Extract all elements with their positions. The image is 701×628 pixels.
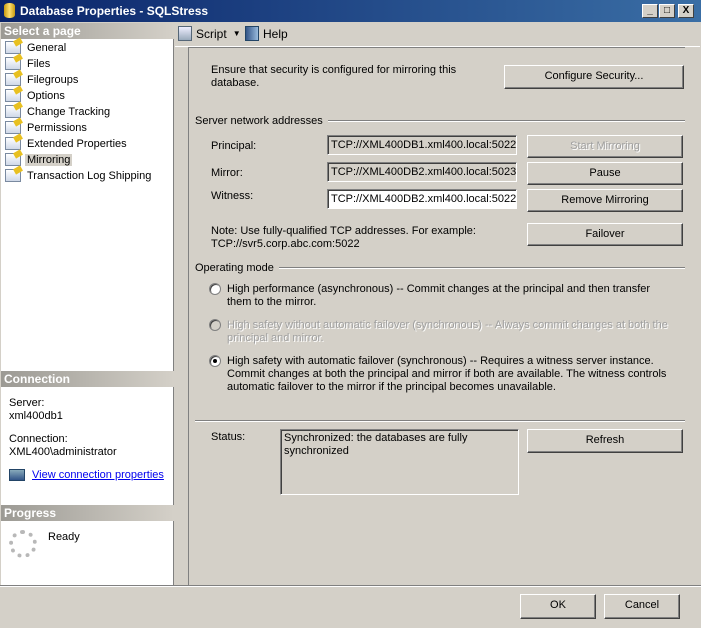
progress-status: Ready [48,531,80,543]
view-connection-properties-link[interactable]: View connection properties [32,469,164,482]
script-button[interactable]: Script ▼ [178,26,241,41]
page-icon [5,57,21,70]
help-label: Help [263,26,288,41]
sidebar-item-general[interactable]: General [5,40,68,55]
refresh-button[interactable]: Refresh [527,429,683,453]
pause-button[interactable]: Pause [527,162,683,185]
sidebar-item-mirroring[interactable]: Mirroring [5,152,73,167]
address-note: Note: Use fully-qualified TCP addresses.… [211,225,476,250]
connection-label: Connection: [9,433,68,445]
high-safety-no-failover-label[interactable]: High safety without automatic failover (… [227,319,677,345]
sidebar-item-label: Permissions [27,121,87,134]
page-icon [5,41,21,54]
sidebar-item-change-tracking[interactable]: Change Tracking [5,104,112,119]
maximize-button[interactable]: □ [659,4,675,18]
group-label: Operating mode [195,262,274,274]
help-icon [245,26,259,41]
divider [195,420,685,422]
server-addresses-group: Server network addresses [195,115,685,127]
page-icon [5,89,21,102]
progress-header: Progress [1,505,174,521]
script-label: Script [196,26,227,41]
server-value: xml400db1 [9,410,63,422]
page-icon [5,153,21,166]
configure-security-button[interactable]: Configure Security... [504,65,684,89]
high-safety-auto-failover-label[interactable]: High safety with automatic failover (syn… [227,355,677,394]
page-icon [5,137,21,150]
sidebar-item-label: Transaction Log Shipping [27,169,152,182]
help-button[interactable]: Help [245,26,288,41]
principal-field[interactable]: TCP://XML400DB1.xml400.local:5022 [327,135,517,155]
remove-mirroring-button[interactable]: Remove Mirroring [527,189,683,212]
sidebar-item-options[interactable]: Options [5,88,67,103]
page-icon [5,73,21,86]
high-performance-radio[interactable] [209,283,221,295]
page-icon [5,105,21,118]
sidebar-item-extended-properties[interactable]: Extended Properties [5,136,129,151]
connection-properties-icon [9,469,25,481]
witness-field[interactable]: TCP://XML400DB2.xml400.local:5022 [327,189,517,209]
security-text: Ensure that security is configured for m… [211,64,457,89]
mirror-label: Mirror: [211,167,243,179]
status-label: Status: [211,431,246,443]
footer-divider [0,585,701,587]
cancel-button[interactable]: Cancel [604,594,680,619]
sidebar-item-transaction-log-shipping[interactable]: Transaction Log Shipping [5,168,153,183]
high-performance-label[interactable]: High performance (asynchronous) -- Commi… [227,283,677,309]
minimize-button[interactable]: _ [642,4,658,18]
connection-header: Connection [1,371,174,387]
sidebar-item-label: Files [27,57,51,70]
database-icon [4,3,15,18]
sidebar-item-permissions[interactable]: Permissions [5,120,89,135]
title-bar: Database Properties - SQLStress _ □ X [0,0,701,22]
status-box: Synchronized: the databases are fully sy… [280,429,519,495]
server-label: Server: [9,397,45,409]
main-pane: Script ▼ Help Ensure that security is co… [175,23,700,585]
high-safety-no-failover-radio[interactable] [209,319,221,331]
sidebar-item-label: Filegroups [27,73,79,86]
sidebar-item-filegroups[interactable]: Filegroups [5,72,80,87]
ok-button[interactable]: OK [520,594,596,619]
sidebar-item-files[interactable]: Files [5,56,52,71]
sidebar-item-label: Options [27,89,65,102]
sidebar-item-label: Extended Properties [27,137,127,150]
sidebar-item-label: Change Tracking [27,105,111,118]
toolbar: Script ▼ Help [175,23,700,47]
failover-button[interactable]: Failover [527,223,683,246]
connection-value: XML400\administrator [9,446,117,458]
select-page-header: Select a page [1,23,174,39]
chevron-down-icon[interactable]: ▼ [233,29,241,38]
sidebar: Select a page General Files Filegroups Opti… [1,23,174,585]
mirror-field[interactable]: TCP://XML400DB2.xml400.local:5023 [327,162,517,182]
window-title: Database Properties - SQLStress [20,4,209,18]
operating-mode-group: Operating mode [195,262,685,274]
start-mirroring-button[interactable]: Start Mirroring [527,135,683,158]
witness-label: Witness: [211,190,254,202]
mirroring-panel: Ensure that security is configured for m… [188,47,685,585]
group-label: Server network addresses [195,115,323,127]
page-icon [5,121,21,134]
script-icon [178,26,192,41]
principal-label: Principal: [211,140,257,152]
progress-spinner-icon [9,530,37,558]
high-safety-auto-failover-radio[interactable] [209,355,221,367]
sidebar-item-label: Mirroring [25,153,73,166]
page-icon [5,169,21,182]
close-button[interactable]: X [678,4,694,18]
sidebar-item-label: General [27,41,67,54]
